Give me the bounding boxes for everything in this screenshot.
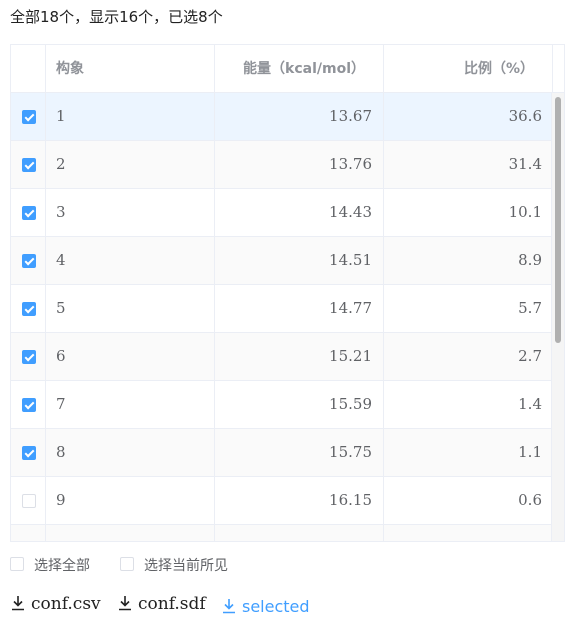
- row-checkbox-cell: [11, 429, 46, 477]
- download-csv-link[interactable]: conf.csv: [11, 594, 101, 614]
- ratio-cell: 1.1: [518, 443, 542, 461]
- download-sdf-label: conf.sdf: [138, 594, 206, 614]
- row-checkbox-cell: [11, 237, 46, 285]
- download-icon: [223, 599, 235, 614]
- table-row[interactable]: 6 15.21 2.7: [11, 333, 552, 381]
- energy-cell: 13.67: [215, 93, 384, 141]
- row-checkbox-cell: [11, 381, 46, 429]
- download-csv-label: conf.csv: [31, 594, 101, 614]
- energy-cell: 14.51: [215, 237, 384, 285]
- header-checkbox-cell: [11, 45, 46, 93]
- row-checkbox[interactable]: [22, 206, 36, 220]
- header-energy[interactable]: 能量（kcal/mol）: [215, 45, 384, 93]
- row-checkbox[interactable]: [22, 158, 36, 172]
- download-icon: [119, 596, 131, 611]
- ratio-cell: 1.4: [518, 395, 542, 413]
- energy-cell: 16.47: [215, 525, 384, 541]
- table-row[interactable]: 5 14.77 5.7: [11, 285, 552, 333]
- table-row[interactable]: 8 15.75 1.1: [11, 429, 552, 477]
- table-body: 1 13.67 36.6 2 13.76 31.4 3 14.43 10.1 4 14.51 8.9 5…: [11, 93, 552, 541]
- ratio-cell: 31.4: [508, 155, 542, 173]
- scrollbar-thumb[interactable]: [555, 97, 561, 343]
- row-checkbox[interactable]: [22, 398, 36, 412]
- selection-summary: 全部18个，显示16个，已选8个: [10, 8, 223, 26]
- row-checkbox[interactable]: [22, 254, 36, 268]
- select-visible-label: 选择当前所见: [144, 558, 228, 574]
- download-selected-link[interactable]: selected: [222, 597, 310, 616]
- conformer-id-cell: 10: [46, 525, 215, 541]
- download-selected-label: selected: [242, 597, 310, 616]
- download-icon: [12, 596, 24, 611]
- ratio-cell: 0.6: [518, 491, 542, 509]
- conformer-id-cell: 7: [46, 381, 215, 429]
- header-conformer[interactable]: 构象: [46, 45, 215, 93]
- conformer-id-cell: 4: [46, 237, 215, 285]
- ratio-cell: 5.7: [518, 299, 542, 317]
- energy-cell: 14.77: [215, 285, 384, 333]
- select-visible-checkbox[interactable]: [120, 557, 134, 571]
- select-all-checkbox[interactable]: [10, 557, 24, 571]
- energy-cell: 15.59: [215, 381, 384, 429]
- table-header: 构象 能量（kcal/mol） 比例（%）: [11, 45, 564, 93]
- conformer-id-cell: 5: [46, 285, 215, 333]
- conformer-id-cell: 1: [46, 93, 215, 141]
- conformer-id-cell: 9: [46, 477, 215, 525]
- energy-cell: 15.21: [215, 333, 384, 381]
- row-checkbox[interactable]: [22, 446, 36, 460]
- row-checkbox-cell: [11, 189, 46, 237]
- row-checkbox-cell: [11, 141, 46, 189]
- row-checkbox[interactable]: [22, 494, 36, 508]
- table-row[interactable]: 1 13.67 36.6: [11, 93, 552, 141]
- ratio-cell: 8.9: [518, 251, 542, 269]
- energy-cell: 16.15: [215, 477, 384, 525]
- select-all-label: 选择全部: [34, 558, 90, 574]
- ratio-cell: 10.1: [508, 203, 542, 221]
- row-checkbox-cell: [11, 93, 46, 141]
- row-checkbox-cell: [11, 525, 46, 541]
- energy-cell: 13.76: [215, 141, 384, 189]
- table-row[interactable]: 9 16.15 0.6: [11, 477, 552, 525]
- ratio-cell: 0.3: [384, 525, 552, 541]
- conformer-id-cell: 3: [46, 189, 215, 237]
- conformer-id-cell: 8: [46, 429, 215, 477]
- conformer-id-cell: 2: [46, 141, 215, 189]
- conformer-table: 构象 能量（kcal/mol） 比例（%） 1 13.67 36.6 2 13.76 31…: [10, 44, 565, 542]
- table-row[interactable]: 3 14.43 10.1: [11, 189, 552, 237]
- table-row[interactable]: 1016.470.3: [11, 525, 552, 541]
- table-row[interactable]: 7 15.59 1.4: [11, 381, 552, 429]
- row-checkbox[interactable]: [22, 350, 36, 364]
- header-ratio[interactable]: 比例（%）: [384, 45, 553, 93]
- energy-cell: 14.43: [215, 189, 384, 237]
- download-sdf-link[interactable]: conf.sdf: [118, 594, 206, 614]
- ratio-cell: 36.6: [508, 107, 542, 125]
- table-row[interactable]: 2 13.76 31.4: [11, 141, 552, 189]
- row-checkbox-cell: [11, 477, 46, 525]
- vertical-scrollbar[interactable]: [551, 93, 564, 541]
- conformer-id-cell: 6: [46, 333, 215, 381]
- row-checkbox-cell: [11, 333, 46, 381]
- row-checkbox[interactable]: [22, 302, 36, 316]
- row-checkbox-cell: [11, 285, 46, 333]
- table-row[interactable]: 4 14.51 8.9: [11, 237, 552, 285]
- row-checkbox[interactable]: [22, 110, 36, 124]
- energy-cell: 15.75: [215, 429, 384, 477]
- ratio-cell: 2.7: [518, 347, 542, 365]
